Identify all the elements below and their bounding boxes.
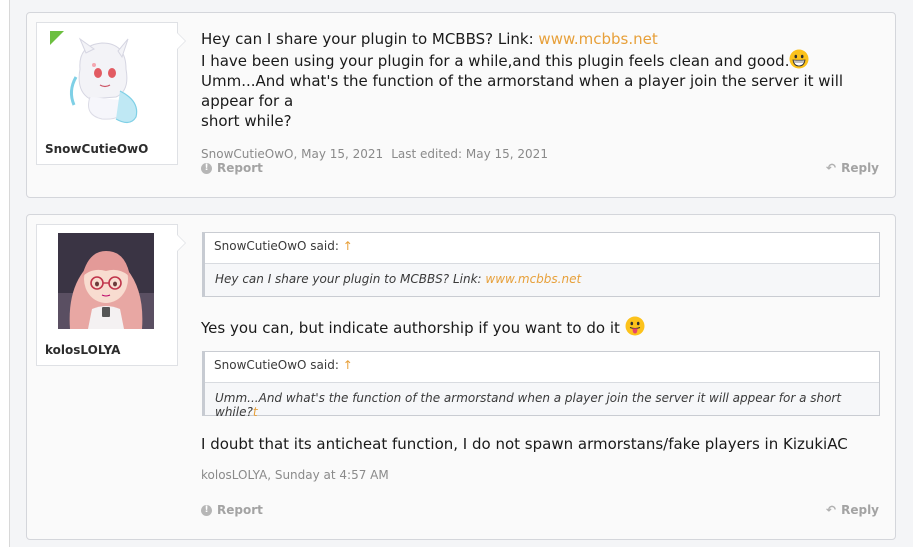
last-edited: Last edited: May 15, 2021 [391,147,548,161]
warning-circle-icon: ! [201,162,212,174]
mcbbs-link[interactable]: www.mcbbs.net [538,30,657,48]
post-actions: ! Report ↶ Reply [201,161,879,177]
message-text: Hey can I share your plugin to MCBBS? Li… [201,30,539,48]
quote-text: Hey can I share your plugin to MCBBS? Li… [215,272,486,286]
quote-body: Hey can I share your plugin to MCBBS? Li… [205,264,879,296]
quote-block: SnowCutieOwO said: ↑ Umm...And what's th… [202,351,880,419]
author-date[interactable]: SnowCutieOwO, May 15, 2021 [201,147,383,161]
message-text: Yes you can, but indicate authorship if … [201,319,620,337]
reply-label: Reply [841,503,879,517]
user-card: SnowCutieOwO [36,22,186,165]
quote-author: SnowCutieOwO said: [214,358,339,372]
jump-to-quote-icon[interactable]: ↑ [343,358,353,372]
author-date[interactable]: kolosLOLYA, Sunday at 4:57 AM [201,468,389,482]
report-button[interactable]: ! Report [201,161,263,175]
user-card: kolosLOLYA [36,224,186,366]
post-body: Yes you can, but indicate authorship if … [201,316,879,338]
report-button[interactable]: ! Report [201,503,263,517]
message-line: I doubt that its anticheat function, I d… [201,435,848,453]
post-meta: kolosLOLYA, Sunday at 4:57 AM [201,468,879,482]
post-body: Hey can I share your plugin to MCBBS? Li… [201,29,879,161]
message-line: Hey can I share your plugin to MCBBS? Li… [201,29,879,49]
message-line: short while? [201,112,292,130]
anime-pink-hair-avatar-icon [58,233,154,329]
message-text: I have been using your plugin for a whil… [201,52,790,70]
reply-arrow-icon: ↶ [826,503,837,517]
reply-label: Reply [841,161,879,175]
reply-arrow-icon: ↶ [826,161,837,175]
thread-page: SnowCutieOwO Hey can I share your plugin… [10,0,913,547]
quote-block: SnowCutieOwO said: ↑ Hey can I share you… [202,232,880,297]
jump-to-quote-icon[interactable]: ↑ [343,239,353,253]
username[interactable]: kolosLOLYA [45,343,120,357]
quote-header[interactable]: SnowCutieOwO said: ↑ [205,352,879,383]
post-message: kolosLOLYA SnowCutieOwO said: ↑ Hey can … [26,214,896,540]
quote-author: SnowCutieOwO said: [214,239,339,253]
avatar[interactable] [58,233,154,329]
warning-circle-icon: ! [201,504,212,516]
post-body: I doubt that its anticheat function, I d… [201,434,879,482]
message-line: Umm...And what's the function of the arm… [201,72,844,110]
quote-text: Umm...And what's the function of the arm… [215,391,842,419]
quote-tail: t [252,405,258,419]
quote-body: Umm...And what's the function of the arm… [205,383,879,419]
reply-button[interactable]: ↶ Reply [826,161,879,175]
anime-white-hair-avatar-icon [50,31,146,127]
quote-header[interactable]: SnowCutieOwO said: ↑ [205,233,879,264]
post-message: SnowCutieOwO Hey can I share your plugin… [26,12,896,198]
left-rail [0,0,10,547]
report-label: Report [217,503,263,517]
post-meta: SnowCutieOwO, May 15, 2021 Last edited: M… [201,147,879,161]
username[interactable]: SnowCutieOwO [45,142,148,156]
mcbbs-link[interactable]: www.mcbbs.net [485,272,581,286]
message-line: Yes you can, but indicate authorship if … [201,316,879,338]
reply-button[interactable]: ↶ Reply [826,503,879,517]
post-actions: ! Report ↶ Reply [201,503,879,519]
report-label: Report [217,161,263,175]
avatar[interactable] [50,31,146,127]
grinning-face-emoji-icon [789,49,809,69]
message-line: I have been using your plugin for a whil… [201,49,879,71]
tongue-out-emoji-icon [625,316,645,336]
